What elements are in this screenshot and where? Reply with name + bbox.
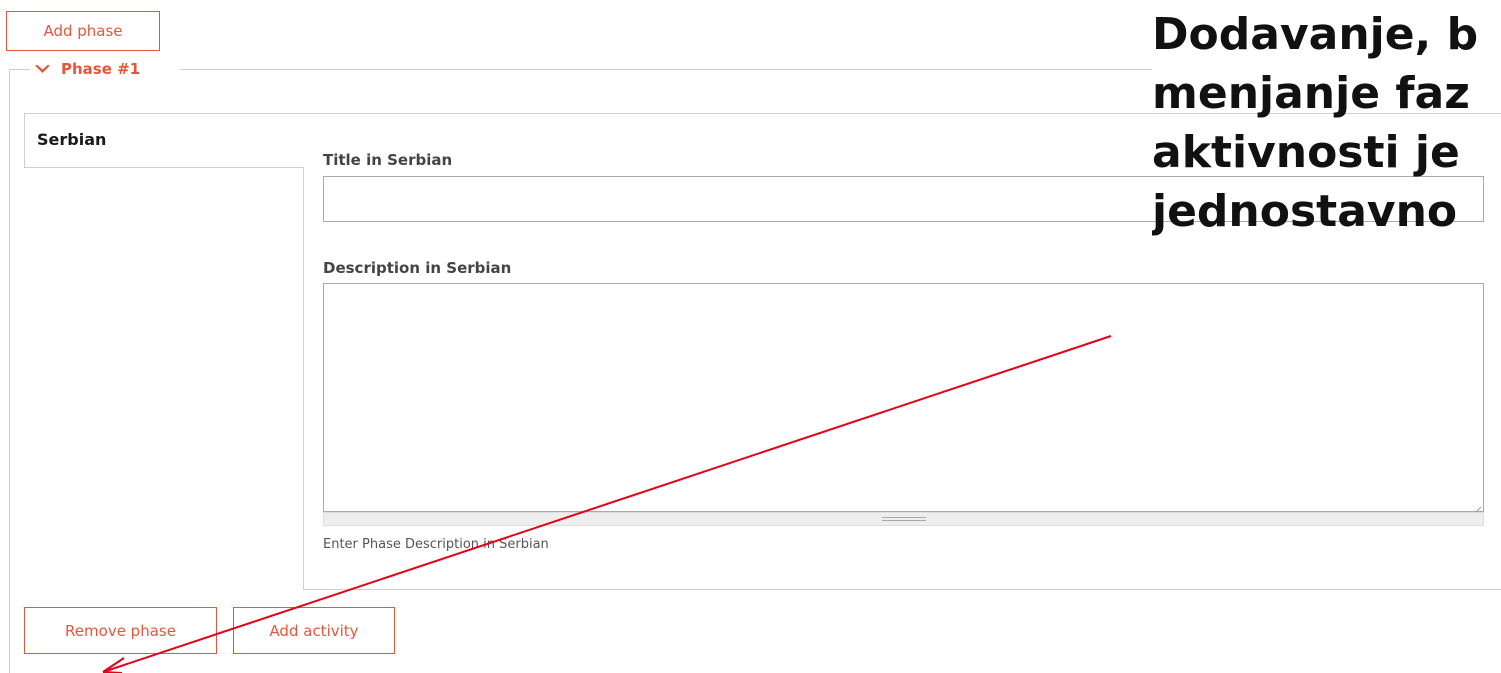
tab-panel-border-left bbox=[24, 113, 25, 168]
add-phase-button[interactable]: Add phase bbox=[6, 11, 160, 51]
annotation-line: aktivnosti je bbox=[1152, 127, 1460, 178]
add-activity-button[interactable]: Add activity bbox=[233, 607, 395, 654]
tab-serbian[interactable]: Serbian bbox=[37, 130, 106, 149]
annotation-line: Dodavanje, b bbox=[1152, 9, 1479, 60]
textarea-grip-bar[interactable] bbox=[323, 512, 1484, 526]
grip-lines-icon bbox=[881, 517, 926, 521]
chevron-down-icon[interactable] bbox=[34, 64, 51, 75]
fieldset-border-top-right bbox=[180, 69, 1152, 70]
annotation-line: menjanje faz bbox=[1152, 68, 1470, 119]
annotation-callout: Dodavanje, b menjanje faz aktivnosti je … bbox=[1152, 5, 1501, 305]
phase-legend[interactable]: Phase #1 bbox=[30, 58, 145, 80]
annotation-line: jednostavno bbox=[1152, 186, 1458, 237]
content-border-bottom bbox=[303, 589, 1501, 590]
description-textarea[interactable] bbox=[323, 283, 1484, 512]
description-field-label: Description in Serbian bbox=[323, 259, 512, 277]
title-field-label: Title in Serbian bbox=[323, 151, 453, 169]
tab-border-right bbox=[303, 167, 304, 590]
fieldset-border-top-left bbox=[9, 69, 30, 70]
description-help-text: Enter Phase Description in Serbian bbox=[323, 537, 549, 552]
phase-legend-label: Phase #1 bbox=[61, 60, 141, 78]
tab-border-bottom bbox=[24, 167, 303, 168]
remove-phase-button[interactable]: Remove phase bbox=[24, 607, 217, 654]
annotation-arrowhead-upper bbox=[102, 657, 125, 673]
fieldset-border-left bbox=[9, 69, 10, 673]
